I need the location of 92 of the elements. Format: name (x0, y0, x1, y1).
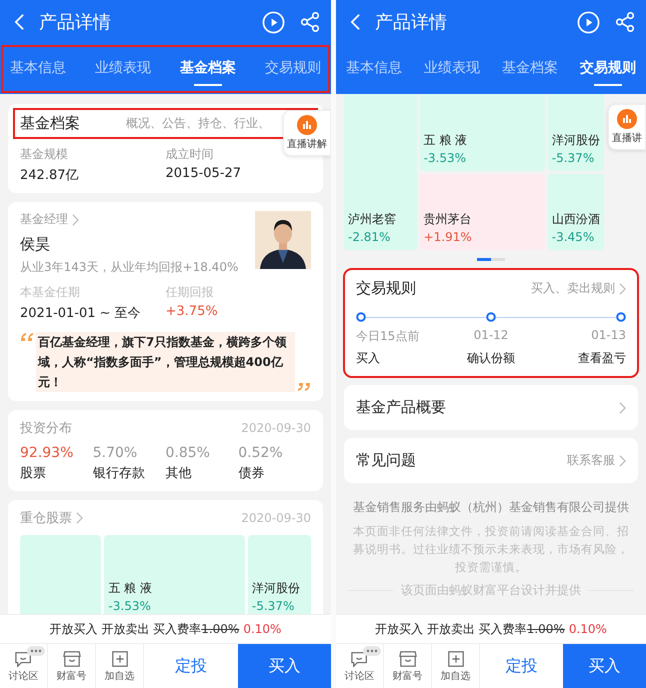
stock-name: 贵州茅台 (424, 211, 473, 228)
stock-change: -3.45% (552, 230, 596, 244)
report-date: 2020-09-30 (241, 511, 311, 525)
stock-name: 山西汾酒 (552, 211, 600, 228)
step-action: 买入 (356, 350, 381, 367)
allocation-value: 0.85% (166, 445, 211, 461)
treemap-tile[interactable]: 贵州茅台 +1.91% (420, 174, 545, 250)
treemap-tile[interactable]: 洋河股份 -5.37% (248, 535, 311, 614)
chart-icon (617, 109, 637, 129)
play-icon[interactable] (262, 10, 285, 34)
page-title: 产品详情 (39, 11, 112, 34)
provider-note: 基金销售服务由蚂蚁（杭州）基金销售有限公司提供 (353, 499, 629, 516)
stock-name: 五 粮 液 (424, 132, 468, 148)
step-marker (616, 312, 626, 322)
section-title: 基金档案 (20, 114, 80, 133)
page-title: 产品详情 (375, 11, 448, 34)
stock-change: -3.53% (108, 599, 152, 613)
step-marker (486, 312, 496, 322)
stock-name: 五 粮 液 (108, 580, 154, 597)
section-summary: 概况、公告、持仓、行业、 (126, 115, 270, 132)
allocation-value: 5.70% (92, 445, 138, 461)
treemap-tile[interactable]: 五 粮 液 -3.53% (420, 94, 545, 170)
menu-card[interactable]: 常见问题 联系客服 (344, 438, 638, 483)
stock-change: +1.91% (424, 230, 473, 244)
back-icon[interactable] (14, 13, 25, 31)
stock-change: -3.53% (424, 150, 468, 164)
stock-change: -2.81% (348, 230, 392, 244)
report-date: 2020-09-30 (241, 421, 311, 435)
store-icon (62, 650, 82, 668)
step-action: 查看盈亏 (577, 350, 626, 367)
quote-mark-icon (297, 382, 311, 392)
live-button[interactable]: 直播讲解 (283, 110, 331, 156)
step-time: 今日15点前 (356, 328, 420, 345)
menu-card[interactable]: 基金产品概要 (344, 385, 638, 430)
stat-label: 本基金任期 (20, 284, 80, 301)
disclaimer-text: 本页面非任何法律文件，投资前请阅读基金合同、招募说明书。过往业绩不预示未来表现，市场有风险，投资需谨慎。 (352, 523, 630, 576)
store-icon (398, 650, 418, 668)
step-time: 01-13 (590, 328, 626, 344)
live-button[interactable]: 直播讲 (608, 104, 646, 150)
add-icon (110, 650, 128, 668)
chat-icon (14, 650, 34, 668)
allocation-value: 92.93% (20, 445, 74, 461)
step-time: 01-12 (472, 328, 510, 344)
fee-info: 开放买入 开放卖出 买入费率1.00% 0.10% (0, 614, 331, 643)
allocation-label: 股票 (20, 465, 47, 482)
manager-summary: 从业3年143天，从业年均回报+18.40% (20, 259, 238, 276)
chart-icon (297, 115, 317, 135)
fact-label: 成立时间 (166, 146, 214, 163)
menu-title: 基金产品概要 (356, 398, 446, 417)
step-marker (356, 312, 366, 322)
stock-name: 洋河股份 (552, 132, 600, 148)
allocation-label: 银行存款 (92, 465, 146, 482)
chat-icon (350, 650, 370, 668)
treemap-tile[interactable]: 五 粮 液 -3.53% (104, 535, 245, 614)
buy-button[interactable]: 买入 (563, 644, 646, 688)
manager-name: 侯昊 (20, 235, 51, 254)
section-title: 投资分布 (20, 420, 72, 437)
fact-label: 基金规模 (20, 146, 68, 163)
chevron-right-icon (72, 214, 79, 226)
allocation-label: 其他 (166, 465, 192, 482)
chevron-right-icon (619, 454, 626, 466)
treemap-tile[interactable]: 洋河股份 -5.37% (548, 94, 604, 170)
stock-change: -5.37% (552, 150, 596, 164)
chevron-right-icon (619, 402, 626, 414)
section-title: 交易规则 (356, 279, 416, 298)
chevron-right-icon (76, 512, 83, 524)
stock-name: 泸州老窖 (348, 211, 397, 228)
buy-button[interactable]: 买入 (238, 644, 331, 688)
treemap-tile[interactable]: 泸州老窖 -2.81% (344, 94, 417, 250)
menu-title: 常见问题 (356, 451, 416, 470)
stat-value: 2021-01-01 ~ 至今 (20, 305, 141, 322)
fee-info: 开放买入 开放卖出 买入费率1.00% 0.10% (336, 614, 646, 643)
play-icon[interactable] (577, 10, 600, 34)
quote-mark-icon (20, 332, 34, 342)
fact-value: 242.87亿 (20, 167, 78, 184)
stat-value: +3.75% (166, 304, 218, 321)
share-icon[interactable] (614, 11, 636, 33)
allocation-value: 0.52% (238, 445, 284, 461)
back-icon[interactable] (350, 13, 361, 31)
stat-label: 任期回报 (166, 284, 214, 301)
treemap-tile[interactable]: 山西汾酒 -3.45% (548, 174, 604, 250)
quote-text: 百亿基金经理，旗下7只指数基金，横跨多个领域，人称“指数多面手”，管理总规模超400亿元！ (36, 332, 295, 392)
stock-name: 洋河股份 (252, 580, 301, 597)
stock-change: -5.37% (252, 599, 296, 613)
chevron-right-icon (619, 282, 626, 294)
step-action: 确认份额 (466, 350, 516, 367)
credit-note: 该页面由蚂蚁财富平台设计并提供 (401, 582, 581, 599)
allocation-label: 债券 (238, 465, 266, 482)
share-icon[interactable] (299, 11, 321, 33)
add-icon (446, 650, 464, 668)
fact-value: 2015-05-27 (166, 166, 242, 183)
treemap-tile[interactable] (20, 535, 102, 614)
